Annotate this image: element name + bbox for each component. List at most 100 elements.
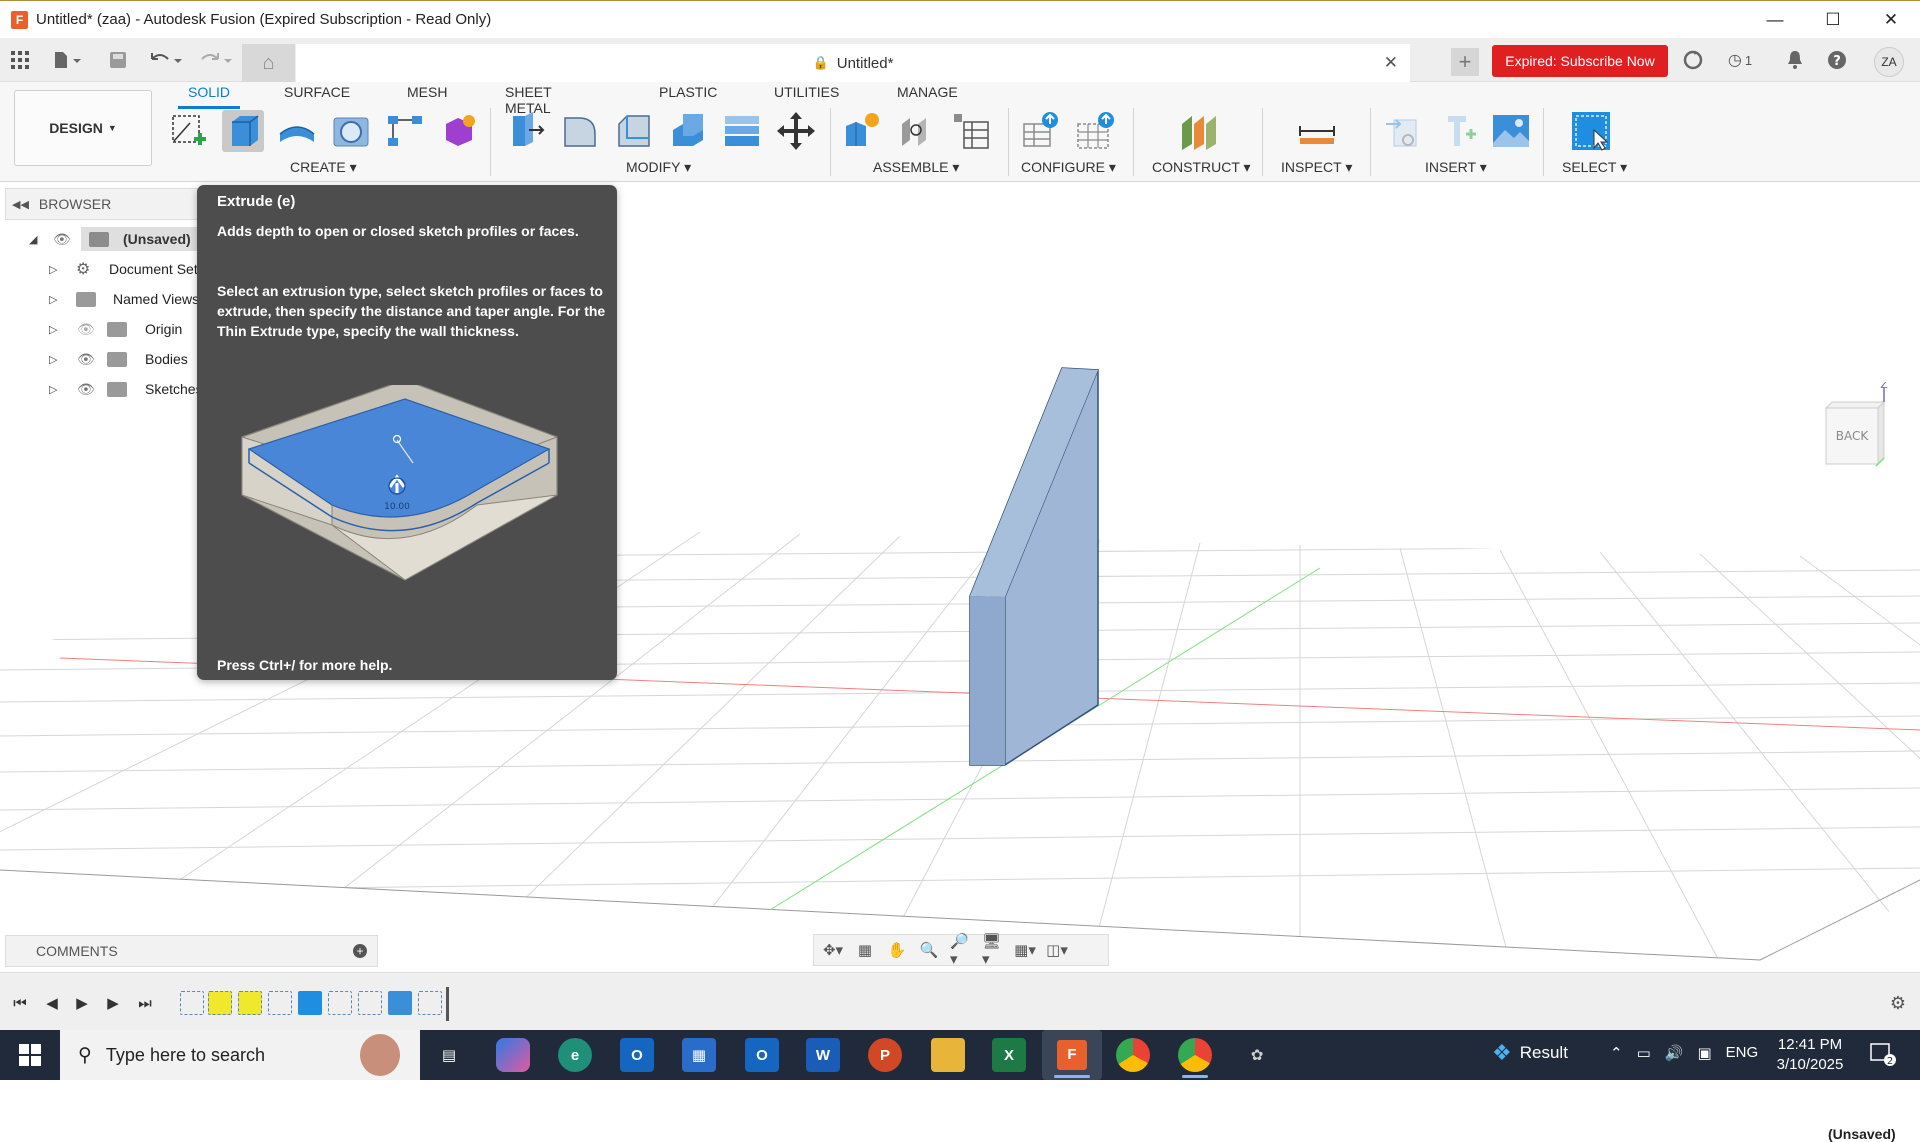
configure-icon[interactable]: [1020, 110, 1062, 152]
group-assemble-label[interactable]: ASSEMBLE ▾: [873, 159, 959, 176]
go-to-end-icon[interactable]: ⏭: [135, 993, 155, 1013]
app-grid-icon[interactable]: [8, 48, 32, 72]
eye-icon[interactable]: 👁: [77, 351, 95, 368]
pan-hand-icon[interactable]: ✋: [886, 939, 908, 961]
fusion-taskbar-button[interactable]: F: [1042, 1030, 1102, 1080]
extrude-icon[interactable]: [222, 110, 264, 152]
store-icon[interactable]: ▦: [682, 1038, 716, 1072]
file-explorer-icon[interactable]: [931, 1038, 965, 1072]
notifications-bell-icon[interactable]: [1783, 48, 1807, 72]
new-component-icon[interactable]: [842, 110, 884, 152]
group-select-label[interactable]: SELECT ▾: [1562, 159, 1627, 176]
tree-item-bodies[interactable]: ▷ 👁 Bodies: [5, 345, 200, 373]
start-button[interactable]: [0, 1030, 60, 1080]
group-create-label[interactable]: CREATE ▾: [290, 159, 357, 176]
select-icon[interactable]: [1570, 110, 1612, 152]
language-indicator[interactable]: ENG: [1726, 1044, 1759, 1062]
outlook-icon[interactable]: O: [745, 1038, 779, 1072]
orbit-icon[interactable]: ✥▾: [822, 939, 844, 961]
expanded-triangle-icon[interactable]: ◢: [29, 233, 37, 246]
combine-icon[interactable]: [721, 110, 763, 152]
tree-item-root[interactable]: ◢ 👁 (Unsaved): [5, 225, 200, 253]
timeline-sketch-icon[interactable]: [358, 991, 382, 1015]
timeline-sketch-icon[interactable]: [180, 991, 204, 1015]
new-tab-button[interactable]: +: [1451, 48, 1479, 76]
redo-icon[interactable]: [196, 48, 236, 72]
tree-item-document-settings[interactable]: ▷ ⚙ Document Settings: [5, 255, 227, 283]
close-window-button[interactable]: ✕: [1862, 1, 1920, 39]
avatar[interactable]: ZA: [1874, 47, 1904, 77]
word-icon[interactable]: W: [806, 1038, 840, 1072]
taskbar-search[interactable]: ⚲ Type here to search: [60, 1030, 420, 1080]
move-copy-icon[interactable]: [775, 110, 817, 152]
group-inspect-label[interactable]: INSPECT ▾: [1281, 159, 1352, 176]
timeline-feature-icon[interactable]: [298, 991, 322, 1015]
excel-icon[interactable]: X: [992, 1038, 1026, 1072]
battery-icon[interactable]: ▭: [1637, 1044, 1651, 1062]
tab-solid[interactable]: SOLID: [177, 84, 241, 109]
expand-arrow-icon[interactable]: ▷: [49, 263, 57, 276]
measure-icon[interactable]: [1296, 110, 1338, 152]
workspace-switcher[interactable]: DESIGN ▼: [14, 90, 152, 166]
expand-arrow-icon[interactable]: ▷: [49, 383, 57, 396]
close-tab-icon[interactable]: ✕: [1384, 53, 1398, 73]
timeline-sketch-icon[interactable]: [208, 991, 232, 1015]
step-forward-icon[interactable]: ▶: [103, 993, 123, 1013]
revolve-icon[interactable]: [276, 110, 318, 152]
chamfer-icon[interactable]: [613, 110, 655, 152]
display-icon[interactable]: ▣: [1697, 1044, 1711, 1062]
notification-center-icon[interactable]: 2: [1870, 1042, 1896, 1067]
comments-panel[interactable]: COMMENTS +: [5, 935, 378, 967]
configure-table-icon[interactable]: [1074, 110, 1116, 152]
task-view-icon[interactable]: ▤: [432, 1038, 466, 1072]
fillet-icon[interactable]: [559, 110, 601, 152]
tree-item-named-views[interactable]: ▷ Named Views: [5, 285, 200, 313]
group-insert-label[interactable]: INSERT ▾: [1425, 159, 1487, 176]
tree-item-origin[interactable]: ▷ 👁 Origin: [5, 315, 200, 343]
go-to-start-icon[interactable]: ⏮: [10, 993, 30, 1013]
sync-icon[interactable]: [1681, 48, 1705, 72]
chrome-profile-icon[interactable]: [1178, 1038, 1212, 1072]
expand-arrow-icon[interactable]: ▷: [49, 323, 57, 336]
pattern-icon[interactable]: [384, 110, 426, 152]
save-icon[interactable]: [106, 48, 130, 72]
zoom-icon[interactable]: 🔍: [918, 939, 940, 961]
file-menu-icon[interactable]: [50, 48, 86, 72]
step-back-icon[interactable]: ◀: [42, 993, 62, 1013]
tab-surface[interactable]: SURFACE: [284, 84, 350, 100]
group-construct-label[interactable]: CONSTRUCT ▾: [1152, 159, 1251, 176]
gear-icon[interactable]: ⚙: [1890, 993, 1906, 1014]
joint-icon[interactable]: [896, 110, 938, 152]
timeline-sketch-icon[interactable]: [238, 991, 262, 1015]
shell-icon[interactable]: [667, 110, 709, 152]
powerpoint-icon[interactable]: P: [868, 1038, 902, 1072]
group-modify-label[interactable]: MODIFY ▾: [626, 159, 691, 176]
tab-utilities[interactable]: UTILITIES: [774, 84, 839, 100]
timeline-sketch-icon[interactable]: [268, 991, 292, 1015]
copilot-icon[interactable]: [496, 1038, 530, 1072]
volume-icon[interactable]: 🔊: [1665, 1044, 1684, 1062]
tab-manage[interactable]: MANAGE: [897, 84, 958, 100]
create-sketch-icon[interactable]: [168, 110, 210, 152]
home-tab[interactable]: ⌂: [242, 44, 295, 82]
document-tab[interactable]: 🔒 Untitled* ✕: [296, 44, 1410, 82]
grid-settings-icon[interactable]: ▦▾: [1014, 939, 1036, 961]
maximize-button[interactable]: ☐: [1804, 1, 1862, 39]
tab-mesh[interactable]: MESH: [407, 84, 447, 100]
undo-icon[interactable]: [146, 48, 186, 72]
timeline-sketch-icon[interactable]: [418, 991, 442, 1015]
help-icon[interactable]: ?: [1825, 48, 1849, 72]
expand-arrow-icon[interactable]: ▷: [49, 293, 57, 306]
offset-plane-icon[interactable]: [1178, 110, 1220, 152]
collapse-panel-icon[interactable]: ◀◀: [12, 198, 29, 211]
bill-of-materials-icon[interactable]: [950, 110, 992, 152]
taskbar-clock[interactable]: 12:41 PM 3/10/2025: [1760, 1035, 1860, 1075]
job-status[interactable]: ◷ 1: [1722, 48, 1758, 72]
hole-icon[interactable]: [330, 110, 372, 152]
snipping-tool-icon[interactable]: ✿: [1240, 1038, 1274, 1072]
add-comment-icon[interactable]: +: [353, 944, 367, 958]
timeline-extrude-icon[interactable]: [388, 991, 412, 1015]
edge-icon[interactable]: e: [558, 1038, 592, 1072]
eye-icon[interactable]: 👁: [53, 231, 71, 248]
insert-derive-icon[interactable]: [1382, 110, 1424, 152]
